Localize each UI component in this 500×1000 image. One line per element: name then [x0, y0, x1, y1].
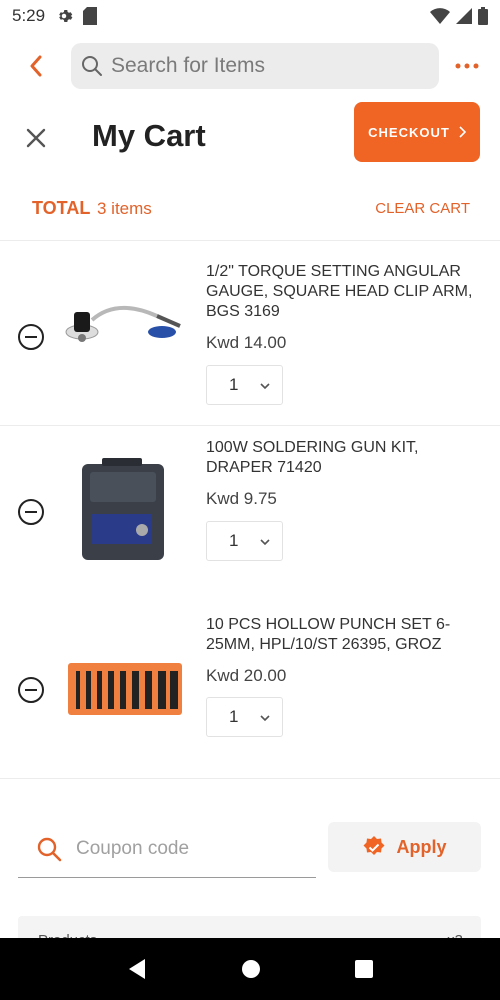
product-name[interactable]: 1/2" TORQUE SETTING ANGULAR GAUGE, SQUAR… [206, 262, 486, 322]
signal-icon [456, 8, 472, 24]
apply-label: Apply [396, 836, 447, 857]
product-image [82, 458, 164, 560]
cart-header: My Cart CHECKOUT [0, 100, 500, 176]
item-count: 3 items [97, 199, 152, 218]
apply-coupon-button[interactable]: Apply [328, 822, 481, 872]
search-icon [37, 837, 62, 861]
sd-card-icon [83, 7, 98, 25]
remove-item-button[interactable] [18, 324, 44, 350]
more-horizontal-icon [455, 63, 479, 69]
chevron-down-icon [260, 383, 270, 390]
cart-item: 1/2" TORQUE SETTING ANGULAR GAUGE, SQUAR… [0, 240, 500, 425]
page-title: My Cart [92, 118, 206, 153]
close-button[interactable] [22, 124, 50, 152]
quantity-value: 1 [229, 707, 239, 726]
quantity-value: 1 [229, 531, 239, 550]
quantity-value: 1 [229, 375, 239, 394]
battery-icon [478, 7, 488, 25]
remove-item-button[interactable] [18, 499, 44, 525]
coupon-field[interactable] [18, 820, 316, 878]
settings-icon [59, 10, 73, 22]
product-price: Kwd 14.00 [206, 333, 287, 352]
checkout-label: CHECKOUT [368, 124, 450, 140]
product-price: Kwd 9.75 [206, 489, 277, 508]
cart-summary: TOTAL 3 items CLEAR CART [0, 196, 500, 222]
verified-badge-icon [363, 836, 385, 855]
chevron-down-icon [260, 539, 270, 546]
close-icon [26, 128, 46, 148]
quantity-dropdown[interactable]: 1 [206, 697, 283, 737]
checkout-button[interactable]: CHECKOUT [354, 102, 480, 162]
product-image [65, 305, 181, 342]
remove-item-button[interactable] [18, 677, 44, 703]
product-price: Kwd 20.00 [206, 666, 287, 685]
clear-cart-button[interactable]: CLEAR CART [375, 200, 470, 217]
cart-item: 100W SOLDERING GUN KIT, DRAPER 71420 Kwd… [0, 426, 500, 601]
wifi-icon [430, 8, 450, 24]
search-bar[interactable] [71, 43, 439, 89]
quantity-dropdown[interactable]: 1 [206, 521, 283, 561]
quantity-dropdown[interactable]: 1 [206, 365, 283, 405]
product-name[interactable]: 10 PCS HOLLOW PUNCH SET 6-25MM, HPL/10/S… [206, 615, 486, 655]
chevron-right-icon [459, 126, 466, 138]
coupon-input[interactable] [76, 837, 296, 860]
coupon-section: Apply [0, 820, 500, 880]
chevron-down-icon [260, 715, 270, 722]
search-icon [82, 56, 102, 76]
more-options-button[interactable] [453, 54, 481, 78]
back-button[interactable] [22, 52, 50, 80]
divider [0, 778, 500, 779]
product-image [68, 663, 182, 715]
chevron-left-icon [30, 55, 42, 77]
product-name[interactable]: 100W SOLDERING GUN KIT, DRAPER 71420 [206, 438, 486, 478]
nav-recents-icon[interactable] [355, 960, 373, 978]
top-bar [0, 42, 500, 90]
system-nav-bar [0, 938, 500, 1000]
total-label: TOTAL [32, 198, 91, 218]
nav-home-icon[interactable] [241, 959, 261, 979]
cart-item: 10 PCS HOLLOW PUNCH SET 6-25MM, HPL/10/S… [0, 601, 500, 778]
status-time: 5:29 [12, 6, 46, 25]
nav-back-icon[interactable] [127, 958, 147, 980]
status-bar: 5:29 [0, 0, 500, 32]
search-input[interactable] [111, 54, 411, 78]
